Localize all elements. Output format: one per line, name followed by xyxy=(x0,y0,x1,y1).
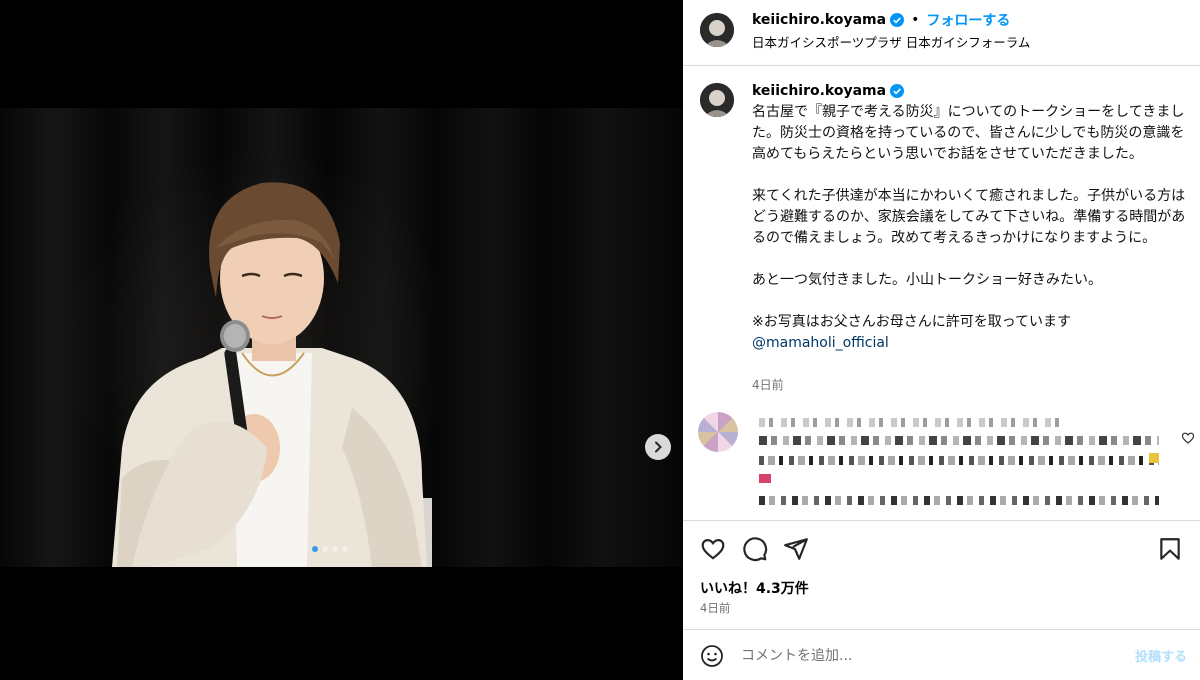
comment-like-button[interactable] xyxy=(1181,431,1195,445)
comment-input[interactable] xyxy=(741,644,1121,668)
profile-photo xyxy=(700,83,734,117)
speaker-figure xyxy=(112,182,432,567)
caption-paragraph: 名古屋で『親子で考える防災』についてのトークショーをしてきました。防災士の資格を… xyxy=(752,104,1185,162)
carousel-indicator xyxy=(312,546,348,552)
caption-area: keiichiro.koyama 名古屋で『親子で考える防災』についてのトークシ… xyxy=(683,67,1200,519)
heart-icon[interactable] xyxy=(700,536,726,562)
caption-timestamp: 4日前 xyxy=(752,378,784,392)
post-header: keiichiro.koyama • フォローする 日本ガイシスポーツプラザ 日… xyxy=(683,0,1200,66)
bookmark-icon[interactable] xyxy=(1157,536,1183,562)
username-link[interactable]: keiichiro.koyama xyxy=(752,12,886,28)
comment-item xyxy=(683,410,1200,519)
follow-button[interactable]: フォローする xyxy=(926,10,1010,30)
header-user-row: keiichiro.koyama • フォローする xyxy=(752,10,1010,30)
avatar[interactable] xyxy=(700,83,734,117)
carousel-dot xyxy=(322,546,328,552)
caption-note-block: ※お写真はお父さんお母さんに許可を取っています @mamaholi_offici… xyxy=(752,312,1187,354)
comment-bar: 投稿する xyxy=(683,629,1200,680)
carousel-dot-active xyxy=(312,546,318,552)
caption-user-row: keiichiro.koyama xyxy=(752,83,905,99)
profile-photo xyxy=(700,13,734,47)
post-comment-button[interactable]: 投稿する xyxy=(1135,646,1187,665)
media-pane xyxy=(0,0,683,680)
caption-paragraph: 来てくれた子供達が本当にかわいくて癒されました。子供がいる方はどう避難するのか、… xyxy=(752,188,1186,246)
caption-text: 名古屋で『親子で考える防災』についてのトークショーをしてきました。防災士の資格を… xyxy=(752,102,1187,354)
post-actions: いいね！4.3万件 4日前 投稿する xyxy=(683,520,1200,680)
post-timestamp: 4日前 xyxy=(700,601,731,615)
post-photo[interactable] xyxy=(0,108,683,567)
paper-plane-icon[interactable] xyxy=(783,536,809,562)
verified-badge-icon xyxy=(890,13,905,27)
verified-badge-icon xyxy=(890,84,905,98)
caption-paragraph: あと一つ気付きました。小山トークショー好きみたい。 xyxy=(752,272,1102,288)
post-side-panel: keiichiro.koyama • フォローする 日本ガイシスポーツプラザ 日… xyxy=(683,0,1200,680)
location-link[interactable]: 日本ガイシスポーツプラザ 日本ガイシフォーラム xyxy=(752,32,1030,51)
chevron-right-icon xyxy=(655,441,662,453)
comment-bubble-icon[interactable] xyxy=(742,536,768,562)
mention-link[interactable]: @mamaholi_official xyxy=(752,333,1187,354)
carousel-dot xyxy=(332,546,338,552)
smiley-icon[interactable] xyxy=(700,644,724,668)
like-count[interactable]: いいね！4.3万件 xyxy=(700,578,809,598)
username-link[interactable]: keiichiro.koyama xyxy=(752,83,886,99)
carousel-dot xyxy=(342,546,348,552)
caption-note: ※お写真はお父さんお母さんに許可を取っています xyxy=(752,314,1072,330)
avatar[interactable] xyxy=(700,13,734,47)
commenter-avatar-pixelated[interactable] xyxy=(698,412,738,452)
carousel-next-button[interactable] xyxy=(645,434,671,460)
separator: • xyxy=(911,12,920,28)
